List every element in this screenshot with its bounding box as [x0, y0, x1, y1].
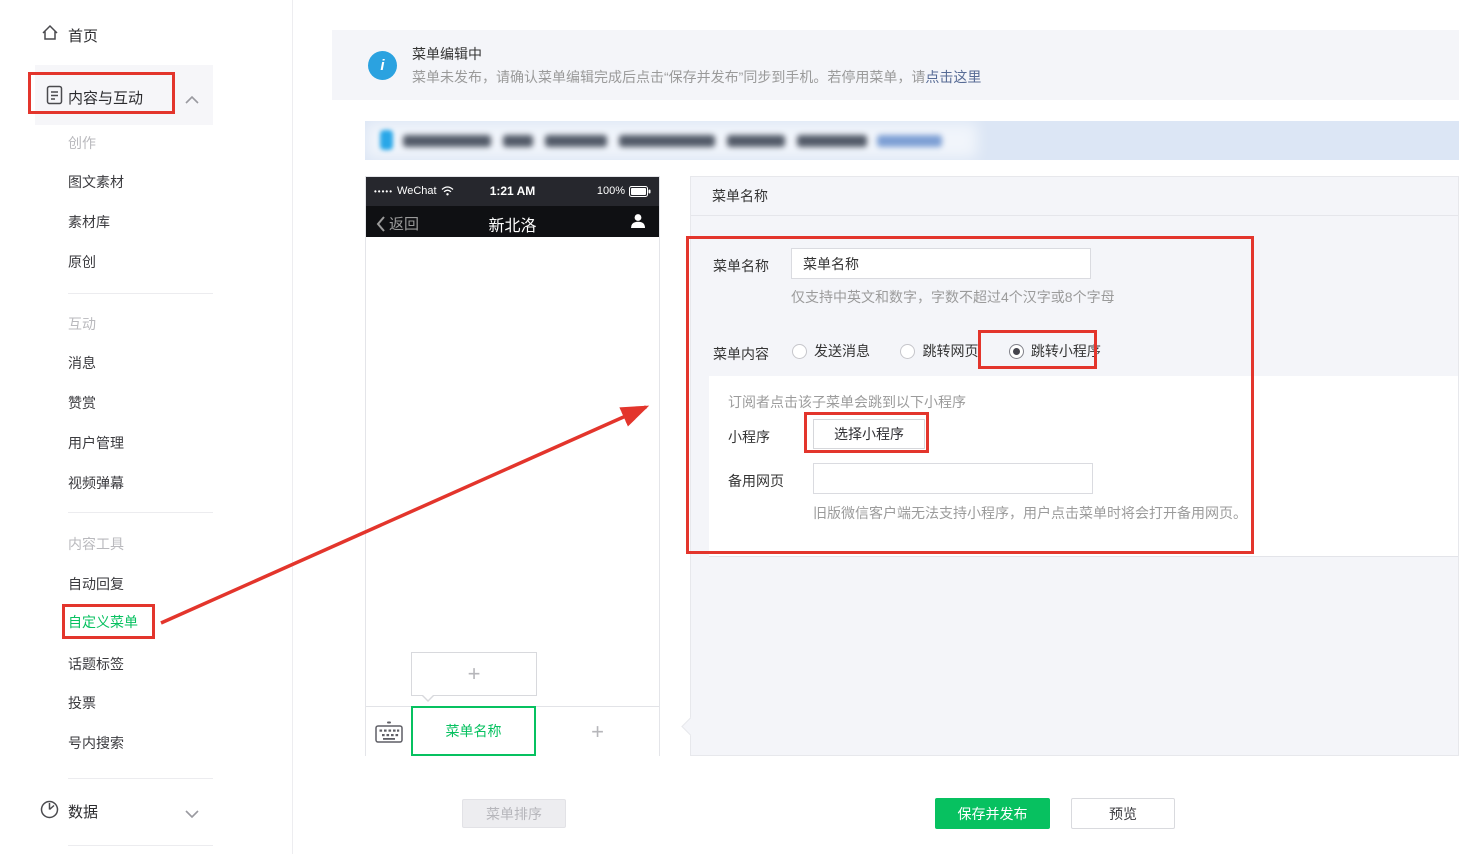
sidebar-group-header: 互动	[68, 314, 96, 334]
sidebar-item[interactable]: 素材库	[68, 212, 110, 232]
content-type-radio-group: 发送消息 跳转网页 跳转小程序	[792, 341, 1101, 361]
sidebar-item[interactable]: 自动回复	[68, 574, 124, 594]
sidebar-group-header: 内容工具	[68, 534, 124, 554]
disable-menu-link[interactable]: 点击这里	[925, 69, 981, 85]
divider	[68, 778, 213, 779]
radio-label-jump-webpage[interactable]: 跳转网页	[922, 343, 978, 359]
page: 首页 内容与互动 创作 图文素材 素材库 原创 互动 消息 赞赏 用户管理 视频…	[0, 0, 1459, 854]
radio-jump-webpage[interactable]	[900, 344, 915, 359]
chevron-up-icon[interactable]	[185, 91, 199, 109]
battery-info: 100%	[597, 185, 651, 197]
keyboard-icon	[375, 721, 403, 743]
panel-header: 菜单名称	[691, 177, 1458, 216]
sidebar-item[interactable]: 话题标签	[68, 654, 124, 674]
divider	[68, 512, 213, 513]
miniprogram-card: 订阅者点击该子菜单会跳到以下小程序 小程序 选择小程序 备用网页 旧版微信客户端…	[709, 376, 1458, 557]
sidebar-group-header: 创作	[68, 133, 96, 153]
keyboard-toggle[interactable]	[366, 707, 411, 756]
notice-body-text: 菜单未发布，请确认菜单编辑完成后点击“保存并发布”同步到手机。若停用菜单，请	[412, 69, 925, 85]
person-icon[interactable]	[629, 212, 647, 235]
preview-button[interactable]: 预览	[1071, 798, 1175, 829]
add-menu-button[interactable]: +	[536, 707, 659, 756]
redacted-text	[619, 135, 715, 147]
edit-status-notice: i 菜单编辑中 菜单未发布，请确认菜单编辑完成后点击“保存并发布”同步到手机。若…	[332, 30, 1459, 100]
menu-editor-panel: 菜单名称 菜单名称 仅支持中英文和数字，字数不超过4个汉字或8个字母 菜单内容 …	[690, 176, 1459, 756]
add-submenu-popup: +	[411, 652, 537, 696]
radio-label-send-message[interactable]: 发送消息	[814, 343, 870, 359]
redacted-text	[727, 135, 785, 147]
redacted-link-text	[877, 135, 942, 147]
sidebar: 首页 内容与互动 创作 图文素材 素材库 原创 互动 消息 赞赏 用户管理 视频…	[0, 0, 293, 854]
sidebar-item[interactable]: 消息	[68, 353, 96, 373]
sidebar-item[interactable]: 视频弹幕	[68, 473, 124, 493]
sidebar-item[interactable]: 用户管理	[68, 433, 124, 453]
menu-content-label: 菜单内容	[713, 344, 769, 364]
add-submenu-button[interactable]: +	[412, 653, 536, 695]
redacted-text	[545, 135, 607, 147]
choose-miniprogram-button[interactable]: 选择小程序	[813, 419, 925, 449]
redacted-banner	[365, 121, 1459, 160]
sidebar-item-custom-menu-active[interactable]: 自定义菜单	[68, 612, 138, 632]
miniprogram-label: 小程序	[728, 427, 770, 447]
backup-webpage-label: 备用网页	[728, 471, 784, 491]
info-icon: i	[368, 51, 397, 80]
radio-jump-miniprogram[interactable]	[1009, 344, 1024, 359]
radio-send-message[interactable]	[792, 344, 807, 359]
radio-label-jump-miniprogram[interactable]: 跳转小程序	[1031, 343, 1101, 359]
menu-sort-button[interactable]: 菜单排序	[462, 799, 566, 828]
menu-name-label: 菜单名称	[713, 256, 769, 276]
divider	[68, 293, 213, 294]
chevron-down-icon[interactable]	[185, 805, 199, 823]
home-icon	[40, 23, 60, 48]
battery-icon	[629, 186, 651, 197]
sidebar-item[interactable]: 投票	[68, 693, 96, 713]
panel-left-pointer	[681, 717, 699, 735]
content-interaction-icon	[46, 85, 63, 110]
account-title: 新北洛	[366, 212, 659, 236]
data-pie-icon	[40, 800, 59, 824]
popup-pointer-fill	[422, 694, 434, 706]
menu-tab-selected[interactable]: 菜单名称	[411, 706, 536, 756]
menu-name-hint: 仅支持中英文和数字，字数不超过4个汉字或8个字母	[791, 287, 1115, 307]
miniprogram-tip: 订阅者点击该子菜单会跳到以下小程序	[728, 392, 966, 412]
sidebar-item-home[interactable]: 首页	[68, 25, 98, 46]
phone-status-bar: ••••• WeChat 1:21 AM 100%	[366, 177, 659, 206]
redacted-text	[797, 135, 867, 147]
sidebar-item[interactable]: 赞赏	[68, 393, 96, 413]
redacted-text	[403, 135, 491, 147]
sidebar-item[interactable]: 号内搜索	[68, 733, 124, 753]
menu-name-input[interactable]	[791, 248, 1091, 279]
redacted-text	[503, 135, 533, 147]
battery-percent: 100%	[597, 185, 625, 197]
sidebar-item[interactable]: 原创	[68, 252, 96, 272]
sidebar-section-data[interactable]: 数据	[68, 801, 98, 822]
notice-body: 菜单未发布，请确认菜单编辑完成后点击“保存并发布”同步到手机。若停用菜单，请点击…	[412, 67, 981, 87]
backup-webpage-input[interactable]	[813, 463, 1093, 494]
notice-title: 菜单编辑中	[412, 44, 482, 64]
redacted-banner-icon	[380, 130, 393, 150]
sidebar-item[interactable]: 图文素材	[68, 172, 124, 192]
divider	[68, 845, 213, 846]
phone-preview: ••••• WeChat 1:21 AM 100% 返回 新北洛 +	[365, 176, 660, 756]
save-publish-button[interactable]: 保存并发布	[935, 798, 1050, 829]
sidebar-section-content[interactable]: 内容与互动	[68, 87, 143, 108]
phone-nav-bar: 返回 新北洛	[366, 206, 659, 237]
phone-menu-bar: 菜单名称 +	[366, 706, 659, 756]
backup-webpage-hint: 旧版微信客户端无法支持小程序，用户点击菜单时将会打开备用网页。	[813, 503, 1247, 523]
